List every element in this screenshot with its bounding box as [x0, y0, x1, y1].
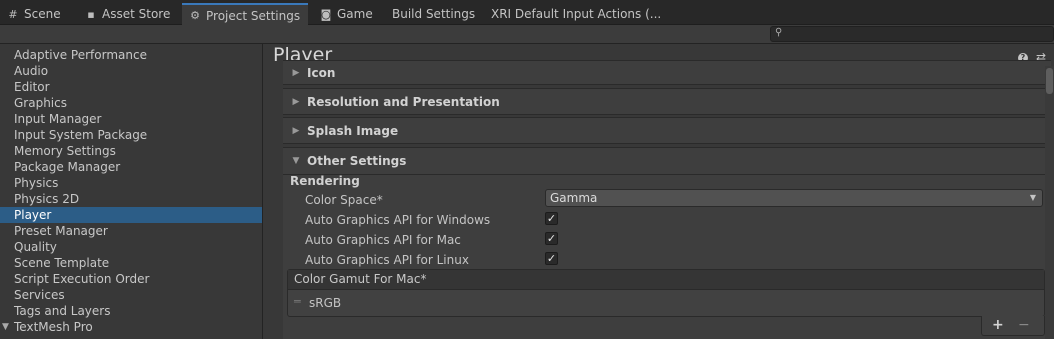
tab-build-settings[interactable]: Build Settings: [386, 3, 483, 25]
triangle-right-icon: ▶: [292, 125, 300, 136]
triangle-right-icon: ▶: [292, 96, 300, 107]
auto-graphics-api-windows-label: Auto Graphics API for Windows: [305, 213, 491, 227]
triangle-down-icon: ▼: [292, 156, 300, 166]
foldout-other-settings[interactable]: ▼ Other Settings: [283, 148, 1051, 175]
tab-project-settings[interactable]: ⚙ Project Settings: [182, 3, 309, 26]
player-settings-panel: Player ? ⇄ ▶ Icon ▶ Resolution and Prese…: [263, 44, 1054, 339]
sidebar-item-input-system-package[interactable]: Input System Package: [0, 127, 262, 143]
list-item[interactable]: ═ sRGB: [288, 290, 1044, 316]
tab-scene[interactable]: # Scene: [0, 3, 69, 25]
tab-game[interactable]: ◙ Game: [313, 3, 381, 25]
tab-label: Project Settings: [206, 8, 301, 23]
triangle-right-icon: ▶: [292, 67, 300, 78]
sidebar-item-memory-settings[interactable]: Memory Settings: [0, 143, 262, 159]
gamepad-icon: ◙: [320, 7, 332, 21]
sidebar-item-physics[interactable]: Physics: [0, 175, 262, 191]
sidebar-item-preset-manager[interactable]: Preset Manager: [0, 223, 262, 239]
grid-icon: #: [8, 7, 18, 21]
tab-label: XRI Default Input Actions (...: [491, 7, 662, 21]
sidebar-item-label: TextMesh Pro: [14, 320, 93, 334]
bag-icon: ▪: [87, 7, 95, 21]
color-space-dropdown[interactable]: Gamma ▼: [545, 189, 1043, 207]
tab-label: Asset Store: [102, 7, 171, 21]
tab-asset-store[interactable]: ▪ Asset Store: [78, 3, 178, 25]
triangle-down-icon[interactable]: ▼: [2, 319, 9, 335]
color-gamut-header: Color Gamut For Mac*: [288, 270, 1044, 290]
sidebar-item-scene-template[interactable]: Scene Template: [0, 255, 262, 271]
list-item-value: sRGB: [309, 296, 342, 310]
sidebar-item-audio[interactable]: Audio: [0, 63, 262, 79]
toolbar: ⚲: [0, 25, 1054, 44]
foldout-icon[interactable]: ▶ Icon: [283, 60, 1051, 85]
tab-label: Build Settings: [392, 7, 476, 21]
foldout-label: Resolution and Presentation: [307, 94, 500, 109]
sidebar-item-services[interactable]: Services: [0, 287, 262, 303]
color-space-value: Gamma: [550, 191, 598, 205]
sidebar-item-editor[interactable]: Editor: [0, 79, 262, 95]
color-gamut-list: Color Gamut For Mac* ═ sRGB: [287, 269, 1045, 317]
foldout-label: Splash Image: [307, 123, 399, 138]
add-button[interactable]: +: [992, 317, 1004, 333]
search-input[interactable]: ⚲: [770, 26, 1054, 42]
sidebar-item-tags-and-layers[interactable]: Tags and Layers: [0, 303, 262, 319]
list-footer: + −: [981, 316, 1045, 336]
sidebar-item-graphics[interactable]: Graphics: [0, 95, 262, 111]
auto-graphics-api-mac-label: Auto Graphics API for Mac: [305, 233, 461, 247]
auto-graphics-api-linux-label: Auto Graphics API for Linux: [305, 253, 469, 267]
foldout-label: Other Settings: [307, 154, 407, 168]
foldout-splash-image[interactable]: ▶ Splash Image: [283, 117, 1051, 144]
search-icon: ⚲: [775, 27, 783, 38]
auto-graphics-api-windows-checkbox[interactable]: ✓: [545, 212, 558, 225]
rendering-section-label: Rendering: [290, 174, 360, 188]
foldout-label: Icon: [307, 65, 336, 80]
sidebar-item-player[interactable]: Player: [0, 207, 262, 223]
sidebar-item-input-manager[interactable]: Input Manager: [0, 111, 262, 127]
sidebar-item-physics-2d[interactable]: Physics 2D: [0, 191, 262, 207]
foldout-resolution-and-presentation[interactable]: ▶ Resolution and Presentation: [283, 88, 1051, 115]
other-settings-section: ▼ Other Settings Rendering Color Space* …: [283, 147, 1051, 339]
color-space-label: Color Space*: [305, 193, 383, 207]
sidebar-item-textmesh-pro[interactable]: ▼ TextMesh Pro: [0, 319, 262, 335]
sidebar-item-package-manager[interactable]: Package Manager: [0, 159, 262, 175]
chevron-down-icon: ▼: [1029, 193, 1036, 202]
sidebar-item-adaptive-performance[interactable]: Adaptive Performance: [0, 47, 262, 63]
vertical-scrollbar[interactable]: [1045, 66, 1054, 339]
tab-label: Game: [337, 7, 373, 21]
drag-handle-icon[interactable]: ═: [294, 290, 301, 314]
gear-icon: ⚙: [190, 9, 200, 22]
tab-xri-input-actions[interactable]: XRI Default Input Actions (...: [485, 3, 669, 25]
sidebar-item-script-execution-order[interactable]: Script Execution Order: [0, 271, 262, 287]
settings-sidebar: Adaptive Performance Audio Editor Graphi…: [0, 44, 262, 339]
remove-button[interactable]: −: [1018, 317, 1030, 333]
editor-tab-bar: # Scene ▪ Asset Store ⚙ Project Settings…: [0, 0, 1054, 26]
sidebar-item-quality[interactable]: Quality: [0, 239, 262, 255]
tab-label: Scene: [24, 7, 61, 21]
auto-graphics-api-linux-checkbox[interactable]: ✓: [545, 252, 558, 265]
scrollbar-thumb[interactable]: [1046, 68, 1053, 94]
auto-graphics-api-mac-checkbox[interactable]: ✓: [545, 232, 558, 245]
